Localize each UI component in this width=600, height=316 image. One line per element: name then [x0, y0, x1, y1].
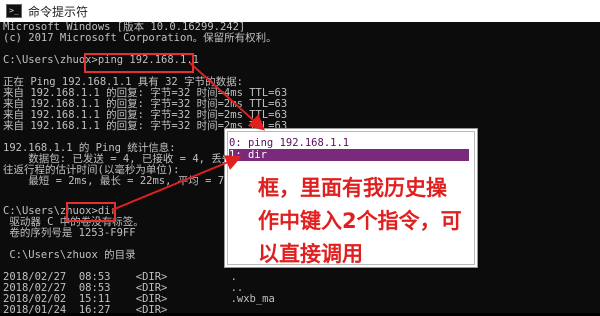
arrow-to-history-ping [189, 62, 265, 131]
annotation-text: 框，里面有我历史操 作中键入2个指令，可 以直接调用 [258, 176, 462, 266]
arrow-to-history-dir [111, 155, 242, 211]
